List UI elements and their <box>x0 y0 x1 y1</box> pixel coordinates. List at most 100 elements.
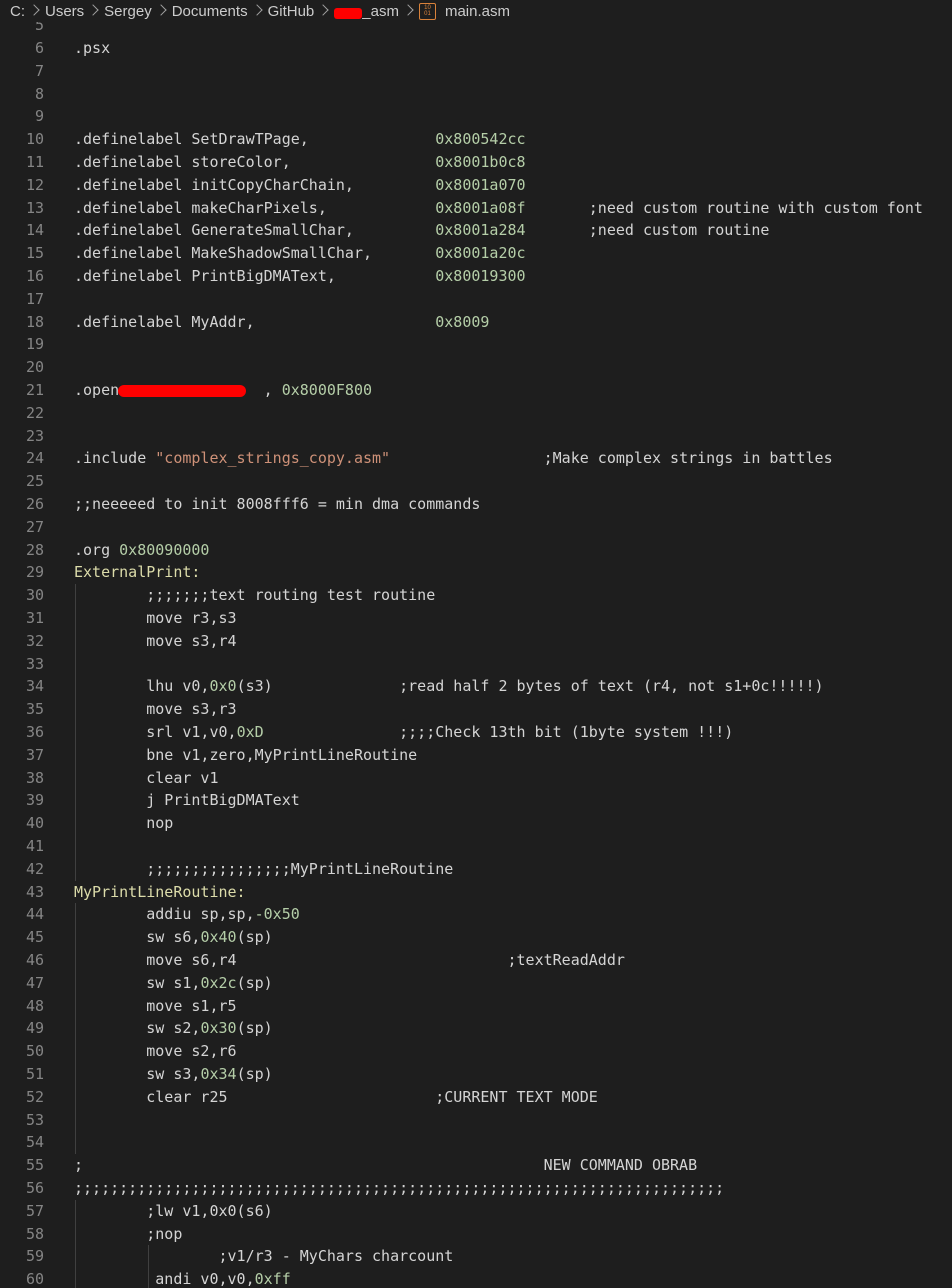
code-line[interactable]: 34 lhu v0,0x0(s3) ;read half 2 bytes of … <box>0 675 952 698</box>
code-line[interactable]: 30 ;;;;;;;text routing test routine <box>0 584 952 607</box>
code-line[interactable]: 6 .psx <box>0 37 952 60</box>
code-text[interactable]: addiu sp,sp,-0x50 <box>74 903 300 926</box>
code-line[interactable]: 12 .definelabel initCopyCharChain, 0x8001… <box>0 174 952 197</box>
code-text[interactable]: move s3,r4 <box>74 630 236 653</box>
code-text[interactable]: ExternalPrint: <box>74 561 200 584</box>
breadcrumb-item-file[interactable]: main.asm <box>445 3 510 20</box>
code-text[interactable]: ;;;;;;;;;;;;;;;;MyPrintLineRoutine <box>74 858 453 881</box>
code-line[interactable]: 53 <box>0 1109 952 1132</box>
breadcrumb-item-sergey[interactable]: Sergey <box>104 3 152 20</box>
code-line[interactable]: 38 clear v1 <box>0 767 952 790</box>
code-line[interactable]: 17 <box>0 288 952 311</box>
code-line[interactable]: 22 <box>0 402 952 425</box>
code-line[interactable]: 8 <box>0 83 952 106</box>
code-text[interactable]: clear r25 ;CURRENT TEXT MODE <box>74 1086 598 1109</box>
code-line[interactable]: 13 .definelabel makeCharPixels, 0x8001a08… <box>0 197 952 220</box>
code-text[interactable]: .definelabel GenerateSmallChar, 0x8001a2… <box>74 219 769 242</box>
code-text[interactable]: sw s6,0x40(sp) <box>74 926 272 949</box>
code-text[interactable]: .include "complex_strings_copy.asm" ;Mak… <box>74 447 833 470</box>
code-text[interactable]: ;lw v1,0x0(s6) <box>74 1200 272 1223</box>
code-line[interactable]: 21 .open , 0x8000F800 <box>0 379 952 402</box>
code-text[interactable]: ;;neeeeed to init 8008fff6 = min dma com… <box>74 493 480 516</box>
breadcrumb-item-github[interactable]: GitHub <box>268 3 315 20</box>
code-line[interactable]: 52 clear r25 ;CURRENT TEXT MODE <box>0 1086 952 1109</box>
code-line[interactable]: 39 j PrintBigDMAText <box>0 789 952 812</box>
code-text[interactable]: move s1,r5 <box>74 995 236 1018</box>
code-line[interactable]: 42 ;;;;;;;;;;;;;;;;MyPrintLineRoutine <box>0 858 952 881</box>
code-text[interactable]: .definelabel MakeShadowSmallChar, 0x8001… <box>74 242 526 265</box>
code-text[interactable]: ;;;;;;;text routing test routine <box>74 584 435 607</box>
code-line[interactable]: 47 sw s1,0x2c(sp) <box>0 972 952 995</box>
code-line[interactable]: 16 .definelabel PrintBigDMAText, 0x800193… <box>0 265 952 288</box>
code-line[interactable]: 43 MyPrintLineRoutine: <box>0 881 952 904</box>
code-line[interactable]: 24 .include "complex_strings_copy.asm" ;M… <box>0 447 952 470</box>
code-line[interactable]: 37 bne v1,zero,MyPrintLineRoutine <box>0 744 952 767</box>
code-text[interactable]: ;;;;;;;;;;;;;;;;;;;;;;;;;;;;;;;;;;;;;;;;… <box>74 1177 724 1200</box>
code-text[interactable]: lhu v0,0x0(s3) ;read half 2 bytes of tex… <box>74 675 823 698</box>
code-text[interactable]: clear v1 <box>74 767 218 790</box>
code-text[interactable]: bne v1,zero,MyPrintLineRoutine <box>74 744 417 767</box>
code-text[interactable]: ;v1/r3 - MyChars charcount <box>74 1245 453 1268</box>
code-line[interactable]: 25 <box>0 470 952 493</box>
code-text[interactable]: .definelabel SetDrawTPage, 0x800542cc <box>74 128 526 151</box>
code-line[interactable]: 35 move s3,r3 <box>0 698 952 721</box>
code-text[interactable]: srl v1,v0,0xD ;;;;Check 13th bit (1byte … <box>74 721 733 744</box>
code-line[interactable]: 51 sw s3,0x34(sp) <box>0 1063 952 1086</box>
code-line[interactable]: 19 <box>0 333 952 356</box>
code-line[interactable]: 29 ExternalPrint: <box>0 561 952 584</box>
code-line[interactable]: 50 move s2,r6 <box>0 1040 952 1063</box>
code-text[interactable]: move s3,r3 <box>74 698 236 721</box>
code-text[interactable]: j PrintBigDMAText <box>74 789 300 812</box>
breadcrumb-item-documents[interactable]: Documents <box>172 3 248 20</box>
code-text[interactable]: move s6,r4 ;textReadAddr <box>74 949 625 972</box>
code-line[interactable]: 14 .definelabel GenerateSmallChar, 0x8001… <box>0 219 952 242</box>
code-line[interactable]: 49 sw s2,0x30(sp) <box>0 1017 952 1040</box>
code-line[interactable]: 59 ;v1/r3 - MyChars charcount <box>0 1245 952 1268</box>
code-text[interactable]: sw s1,0x2c(sp) <box>74 972 272 995</box>
code-line[interactable]: 33 <box>0 653 952 676</box>
code-line[interactable]: 10 .definelabel SetDrawTPage, 0x800542cc <box>0 128 952 151</box>
code-line[interactable]: 41 <box>0 835 952 858</box>
code-text[interactable]: move s2,r6 <box>74 1040 236 1063</box>
code-text[interactable]: andi v0,v0,0xff <box>74 1268 290 1288</box>
code-text[interactable]: .psx <box>74 37 110 60</box>
code-line[interactable]: 26 ;;neeeeed to init 8008fff6 = min dma c… <box>0 493 952 516</box>
code-line[interactable]: 31 move r3,s3 <box>0 607 952 630</box>
code-line[interactable]: 46 move s6,r4 ;textReadAddr <box>0 949 952 972</box>
code-line[interactable]: 58 ;nop <box>0 1223 952 1246</box>
code-line[interactable]: 32 move s3,r4 <box>0 630 952 653</box>
code-editor[interactable]: 5 6 .psx 7 8 9 10 .definelabel SetDrawTPage, 0x… <box>0 22 952 1288</box>
code-line[interactable]: 57 ;lw v1,0x0(s6) <box>0 1200 952 1223</box>
code-line[interactable]: 44 addiu sp,sp,-0x50 <box>0 903 952 926</box>
code-line[interactable]: 20 <box>0 356 952 379</box>
code-text[interactable]: MyPrintLineRoutine: <box>74 881 246 904</box>
code-line[interactable]: 9 <box>0 105 952 128</box>
code-line[interactable]: 60 andi v0,v0,0xff <box>0 1268 952 1288</box>
breadcrumb-item-users[interactable]: Users <box>45 3 84 20</box>
code-text[interactable]: .definelabel makeCharPixels, 0x8001a08f … <box>74 197 923 220</box>
code-line[interactable]: 56;;;;;;;;;;;;;;;;;;;;;;;;;;;;;;;;;;;;;;… <box>0 1177 952 1200</box>
code-line[interactable]: 7 <box>0 60 952 83</box>
code-text[interactable]: nop <box>74 812 173 835</box>
code-text[interactable]: .definelabel storeColor, 0x8001b0c8 <box>74 151 526 174</box>
code-line[interactable]: 15 .definelabel MakeShadowSmallChar, 0x80… <box>0 242 952 265</box>
code-text[interactable]: sw s3,0x34(sp) <box>74 1063 272 1086</box>
breadcrumb-item-drive[interactable]: C: <box>10 3 25 20</box>
code-text[interactable]: ; NEW COMMAND OBRAB <box>74 1154 697 1177</box>
code-text[interactable]: ;nop <box>74 1223 182 1246</box>
code-line[interactable]: 48 move s1,r5 <box>0 995 952 1018</box>
code-line[interactable]: 55 ; NEW COMMAND OBRAB <box>0 1154 952 1177</box>
code-line[interactable]: 5 <box>0 22 952 37</box>
code-text[interactable]: move r3,s3 <box>74 607 236 630</box>
code-line[interactable]: 11 .definelabel storeColor, 0x8001b0c8 <box>0 151 952 174</box>
code-text[interactable]: .definelabel MyAddr, 0x8009 <box>74 311 489 334</box>
code-text[interactable]: .definelabel initCopyCharChain, 0x8001a0… <box>74 174 526 197</box>
code-text[interactable]: sw s2,0x30(sp) <box>74 1017 272 1040</box>
code-line[interactable]: 23 <box>0 425 952 448</box>
code-text[interactable]: .org 0x80090000 <box>74 539 209 562</box>
code-line[interactable]: 18 .definelabel MyAddr, 0x8009 <box>0 311 952 334</box>
code-line[interactable]: 40 nop <box>0 812 952 835</box>
code-line[interactable]: 27 <box>0 516 952 539</box>
code-line[interactable]: 54 <box>0 1131 952 1154</box>
code-line[interactable]: 36 srl v1,v0,0xD ;;;;Check 13th bit (1by… <box>0 721 952 744</box>
